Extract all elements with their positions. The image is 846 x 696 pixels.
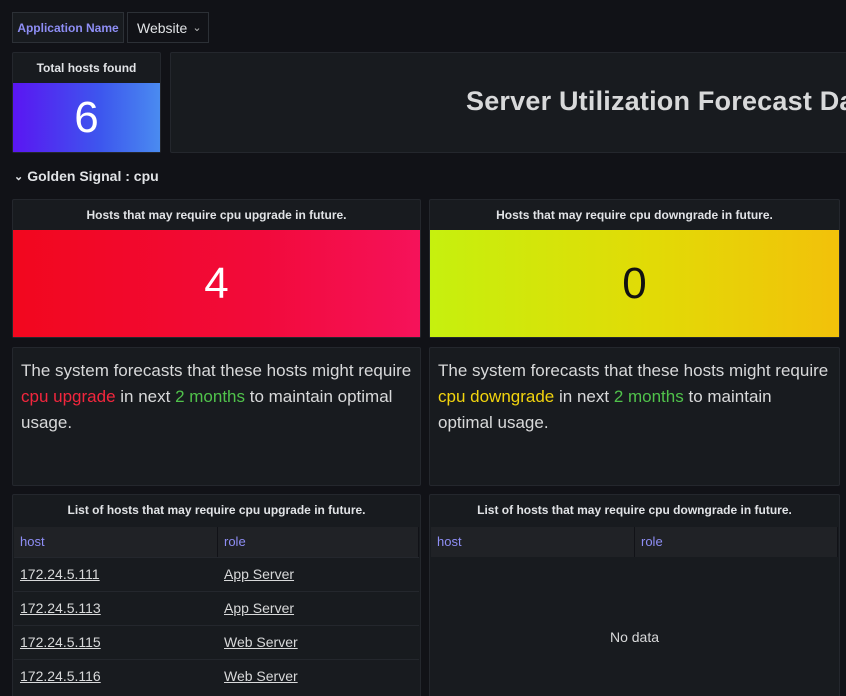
- column-header-role[interactable]: role: [218, 527, 419, 557]
- application-name-value: Website: [137, 19, 188, 36]
- dashboard-title-panel: Server Utilization Forecast Da: [170, 52, 846, 153]
- chevron-down-icon: ⌄: [192, 22, 202, 34]
- dashboard-title: Server Utilization Forecast Da: [466, 86, 846, 116]
- role-link[interactable]: App Server: [218, 558, 419, 590]
- text: The system forecasts that these hosts mi…: [21, 361, 412, 380]
- host-link[interactable]: 172.24.5.116: [14, 660, 218, 692]
- highlight-period: 2 months: [613, 387, 684, 406]
- text: in next: [554, 387, 614, 406]
- host-link[interactable]: 172.24.5.115: [14, 626, 218, 658]
- column-header-host[interactable]: host: [431, 527, 635, 557]
- column-header-host[interactable]: host: [14, 527, 218, 557]
- text: The system forecasts that these hosts mi…: [438, 361, 829, 380]
- table-row: 172.24.5.116 Web Server: [14, 659, 419, 692]
- role-link[interactable]: App Server: [218, 592, 419, 624]
- panel-title: Hosts that may require cpu upgrade in fu…: [86, 208, 347, 222]
- text: in next: [115, 387, 176, 406]
- upgrade-text-panel: The system forecasts that these hosts mi…: [12, 347, 421, 486]
- highlight-cpu-upgrade: cpu upgrade: [21, 387, 116, 406]
- application-name-dropdown[interactable]: Website ⌄: [127, 12, 209, 43]
- table-row: 172.24.5.113 App Server: [14, 591, 419, 624]
- upgrade-hosts-table-panel: List of hosts that may require cpu upgra…: [12, 494, 421, 696]
- column-header-role[interactable]: role: [635, 527, 838, 557]
- upgrade-count-value: 4: [13, 230, 420, 337]
- total-hosts-value: 6: [13, 83, 160, 152]
- panel-title: Total hosts found: [36, 61, 137, 75]
- host-link[interactable]: 172.24.5.111: [14, 558, 218, 590]
- highlight-cpu-downgrade: cpu downgrade: [438, 387, 555, 406]
- row-title: Golden Signal : cpu: [27, 168, 159, 184]
- panel-title: List of hosts that may require cpu downg…: [477, 503, 792, 517]
- variable-label-application-name: Application Name: [12, 12, 124, 43]
- role-link[interactable]: Web Server: [218, 660, 419, 692]
- table-row: 172.24.5.111 App Server: [14, 557, 419, 590]
- highlight-period: 2 months: [175, 387, 246, 406]
- panel-title: List of hosts that may require cpu upgra…: [67, 503, 366, 517]
- role-link[interactable]: Web Server: [218, 626, 419, 658]
- host-link[interactable]: 172.24.5.113: [14, 592, 218, 624]
- downgrade-text-panel: The system forecasts that these hosts mi…: [429, 347, 840, 486]
- table-header: host role: [431, 527, 838, 557]
- table-row: 172.24.5.115 Web Server: [14, 625, 419, 658]
- downgrade-hosts-table-panel: List of hosts that may require cpu downg…: [429, 494, 840, 696]
- chevron-down-icon: ⌄: [14, 170, 24, 183]
- panel-title: Hosts that may require cpu downgrade in …: [496, 208, 773, 222]
- table-header: host role: [14, 527, 419, 557]
- no-data-message: No data: [609, 629, 660, 645]
- downgrade-count-value: 0: [430, 230, 839, 337]
- row-header-golden-signal[interactable]: ⌄ Golden Signal : cpu: [14, 165, 159, 187]
